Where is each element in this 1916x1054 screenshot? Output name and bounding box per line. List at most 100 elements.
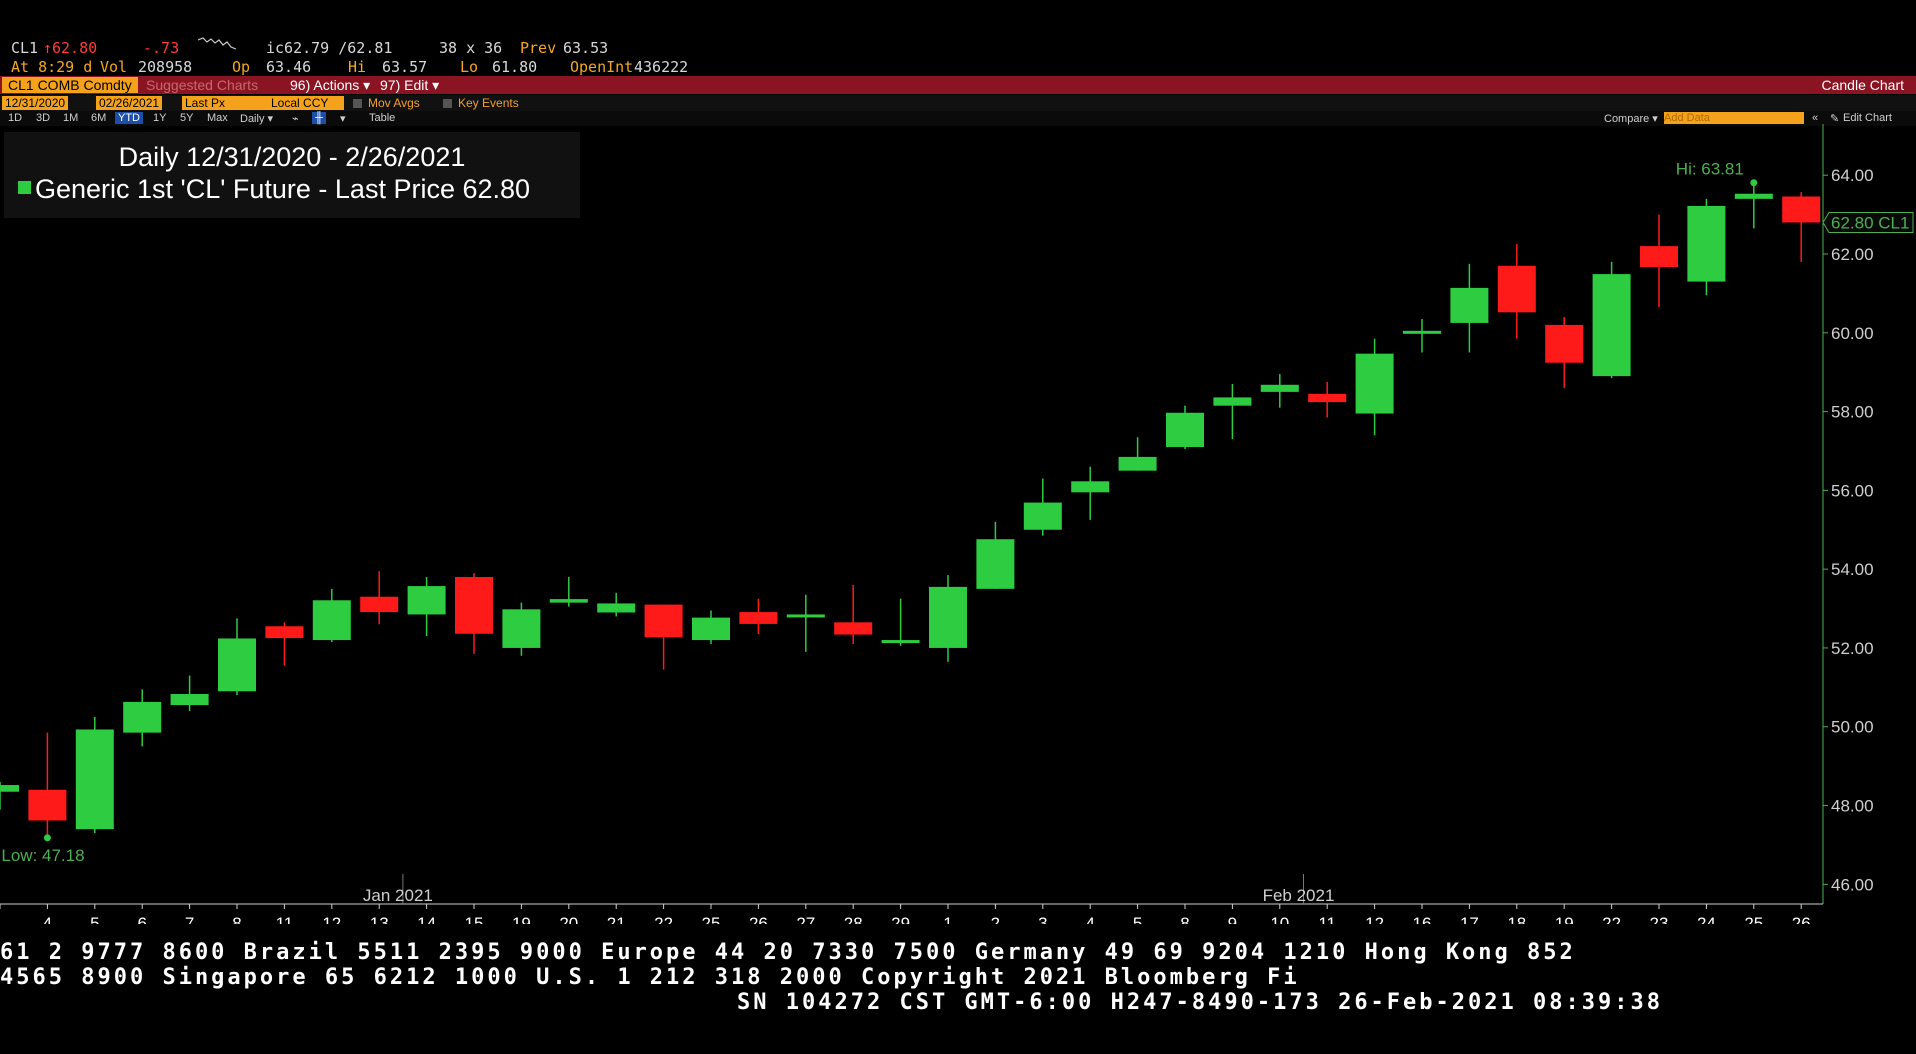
suggested-charts-button[interactable]: Suggested Charts (146, 77, 258, 93)
actions-menu[interactable]: 96) Actions ▾ (290, 77, 370, 94)
x-tick-label: 20 (559, 914, 578, 924)
y-tick-label: 58.00 (1831, 403, 1874, 422)
candle-body (1118, 456, 1157, 471)
period-1d[interactable]: 1D (8, 112, 22, 124)
quote-time: At 8:29 d (11, 58, 93, 76)
x-tick-label: 27 (796, 914, 815, 924)
end-date-field[interactable]: 02/26/2021 (96, 96, 163, 110)
period-max[interactable]: Max (207, 112, 228, 124)
bid-ask-size: 38 x 36 (439, 39, 503, 57)
key-events-checkbox[interactable] (443, 99, 452, 108)
x-tick-label: 2 (991, 914, 1000, 924)
candle-body (502, 609, 541, 648)
x-tick-label: 21 (607, 914, 626, 924)
x-tick-label: 23 (1650, 914, 1669, 924)
candle-body (0, 785, 19, 792)
table-button[interactable]: Table (369, 112, 395, 124)
candle-body (739, 612, 778, 624)
start-date-field[interactable]: 12/31/2020 (2, 96, 69, 110)
y-tick-label: 60.00 (1831, 324, 1874, 343)
candle-chart[interactable]: 46.00 48.00 50.00 52.00 54.00 56.00 58.00 60.00… (0, 124, 1916, 924)
x-tick-label: 12 (1365, 914, 1384, 924)
open-value: 63.46 (266, 58, 312, 76)
x-tick-label: 3 (1038, 914, 1047, 924)
candle-body (929, 586, 967, 648)
x-tick-label: 12 (322, 914, 341, 924)
add-data-input[interactable]: Add Data (1664, 112, 1804, 124)
candle-body (597, 603, 636, 613)
currency-select[interactable]: Local CCY (268, 96, 344, 110)
legend-series: Generic 1st 'CL' Future - Last Price 62.… (18, 174, 530, 205)
x-tick-label: 9 (1228, 914, 1237, 924)
ticker-line-3: SN 104272 CST GMT-6:00 H247-8490-173 26-… (737, 990, 1663, 1015)
quote-strip: CL1 ↑ 62.80 -.73 ic62.79 /62.81 38 x 36 … (0, 36, 1916, 76)
ticker-symbol: CL1 (11, 39, 39, 57)
candle-body (75, 729, 114, 830)
high-marker (1750, 179, 1758, 187)
low-value: 61.80 (492, 58, 538, 76)
x-tick-label: 22 (654, 914, 673, 924)
collapse-icon[interactable]: « (1812, 112, 1818, 124)
candle-body (1166, 412, 1204, 448)
mov-avgs-label[interactable]: Mov Avgs (368, 96, 420, 110)
period-1y[interactable]: 1Y (153, 112, 166, 124)
candle-body (1355, 353, 1394, 414)
candle-body (1592, 274, 1631, 377)
x-tick-label: 25 (1744, 914, 1763, 924)
edit-chart-button[interactable]: Edit Chart (1843, 112, 1892, 124)
y-tick-label: 52.00 (1831, 639, 1874, 658)
candle-body (455, 577, 493, 634)
period-5y[interactable]: 5Y (180, 112, 193, 124)
high-annotation: Hi: 63.81 (1676, 160, 1744, 179)
x-tick-label: 11 (276, 914, 294, 924)
chart-legend[interactable]: Daily 12/31/2020 - 2/26/2021 Generic 1st… (4, 132, 580, 218)
x-tick-label: 28 (844, 914, 863, 924)
x-tick-label: 4 (43, 914, 52, 924)
candle-body (1545, 324, 1584, 363)
candle-body (692, 617, 730, 641)
x-tick-label: 14 (417, 914, 436, 924)
volume-label: Vol (100, 58, 128, 76)
last-price-tag-text: 62.80 CL1 (1831, 213, 1909, 232)
candle-body (1687, 205, 1726, 282)
field-select[interactable]: Last Px (182, 96, 268, 110)
key-events-label[interactable]: Key Events (458, 96, 519, 110)
x-tick-label: 19 (512, 914, 531, 924)
candle-body (549, 599, 588, 603)
security-field[interactable]: CL1 COMB Comdty (2, 77, 138, 93)
x-tick-label: 16 (1413, 914, 1432, 924)
x-tick-label: 1 (943, 914, 952, 924)
y-axis: 46.00 48.00 50.00 52.00 54.00 56.00 58.00 60.00… (1822, 124, 1874, 904)
bid-ask: ic62.79 /62.81 (266, 39, 393, 57)
x-tick-label: 11 (1318, 914, 1336, 924)
open-interest-value: 436222 (634, 58, 689, 76)
add-data-placeholder: Add Data (1664, 112, 1710, 124)
x-tick-label: 7 (185, 914, 194, 924)
period-3d[interactable]: 3D (36, 112, 50, 124)
x-tick-label: 17 (1460, 914, 1479, 924)
series-swatch (18, 181, 31, 194)
x-tick-label: 6 (137, 914, 146, 924)
x-axis: 4 5 6 7 8 11 12 13 14 15 19 20 21 22 25 26 27 28 29 1 2 3 4 5 8 9… (0, 874, 1823, 924)
mov-avgs-checkbox[interactable] (353, 99, 362, 108)
y-tick-label: 54.00 (1831, 560, 1874, 579)
x-tick-label: 8 (1180, 914, 1189, 924)
x-tick-label: 19 (1555, 914, 1574, 924)
candle-body (786, 614, 825, 618)
price-change: -.73 (143, 39, 180, 57)
candle-body (407, 586, 446, 615)
edit-menu[interactable]: 97) Edit ▾ (380, 77, 439, 94)
period-6m[interactable]: 6M (91, 112, 106, 124)
y-tick-label: 56.00 (1831, 481, 1874, 500)
period-ytd[interactable]: YTD (115, 112, 143, 124)
period-1m[interactable]: 1M (63, 112, 78, 124)
legend-series-value: 62.80 (462, 174, 531, 204)
candle-chart-icon[interactable]: ╫ (312, 112, 326, 124)
x-tick-label: 5 (90, 914, 99, 924)
low-label: Lo (460, 58, 479, 76)
volume-value: 208958 (138, 58, 193, 76)
x-tick-label: 29 (891, 914, 910, 924)
low-marker (43, 834, 51, 842)
security-toolbar: CL1 COMB Comdty Suggested Charts 96) Act… (0, 76, 1916, 94)
candle-body (976, 539, 1015, 589)
